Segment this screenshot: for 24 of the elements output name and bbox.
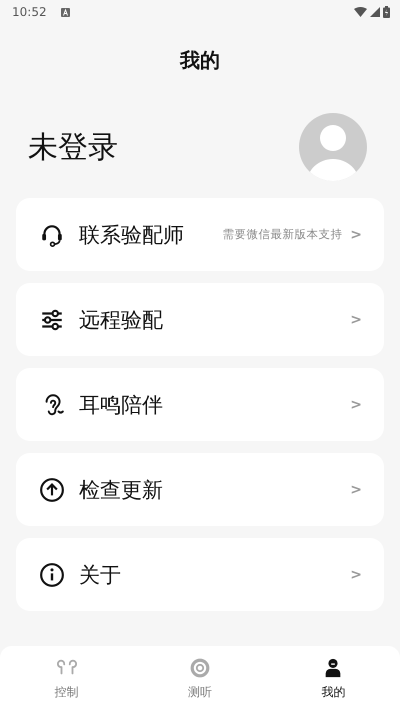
chevron-icon: > (350, 226, 362, 242)
menu-item[interactable]: 联系验配师 需要微信最新版本支持 > (16, 198, 384, 271)
notification-icon (60, 8, 70, 16)
info-icon (39, 562, 65, 588)
chevron-icon: > (350, 312, 362, 328)
tab[interactable]: 我的 (266, 646, 400, 712)
menu-item[interactable]: 检查更新 > (16, 453, 384, 526)
menu-item[interactable]: 关于 > (16, 538, 384, 611)
tab[interactable]: 控制 (0, 646, 134, 712)
tab[interactable]: 测听 (133, 646, 267, 712)
menu-item[interactable]: 远程验配 > (16, 283, 384, 356)
status-time: 10:52 (12, 5, 47, 19)
chevron-icon: > (350, 566, 362, 582)
hint-text: 需要微信最新版本支持 (222, 227, 342, 242)
page-title: 我的 (180, 46, 220, 74)
chevron-icon: > (350, 396, 362, 412)
upload-icon (39, 476, 65, 502)
target-icon (188, 657, 211, 679)
signal-icon (370, 7, 380, 17)
wifi-icon (354, 7, 367, 17)
battery-icon (383, 6, 390, 18)
menu-item[interactable]: 耳鸣陪伴 > (16, 368, 384, 441)
login-status[interactable]: 未登录 (28, 126, 118, 168)
chevron-icon: > (350, 482, 362, 498)
